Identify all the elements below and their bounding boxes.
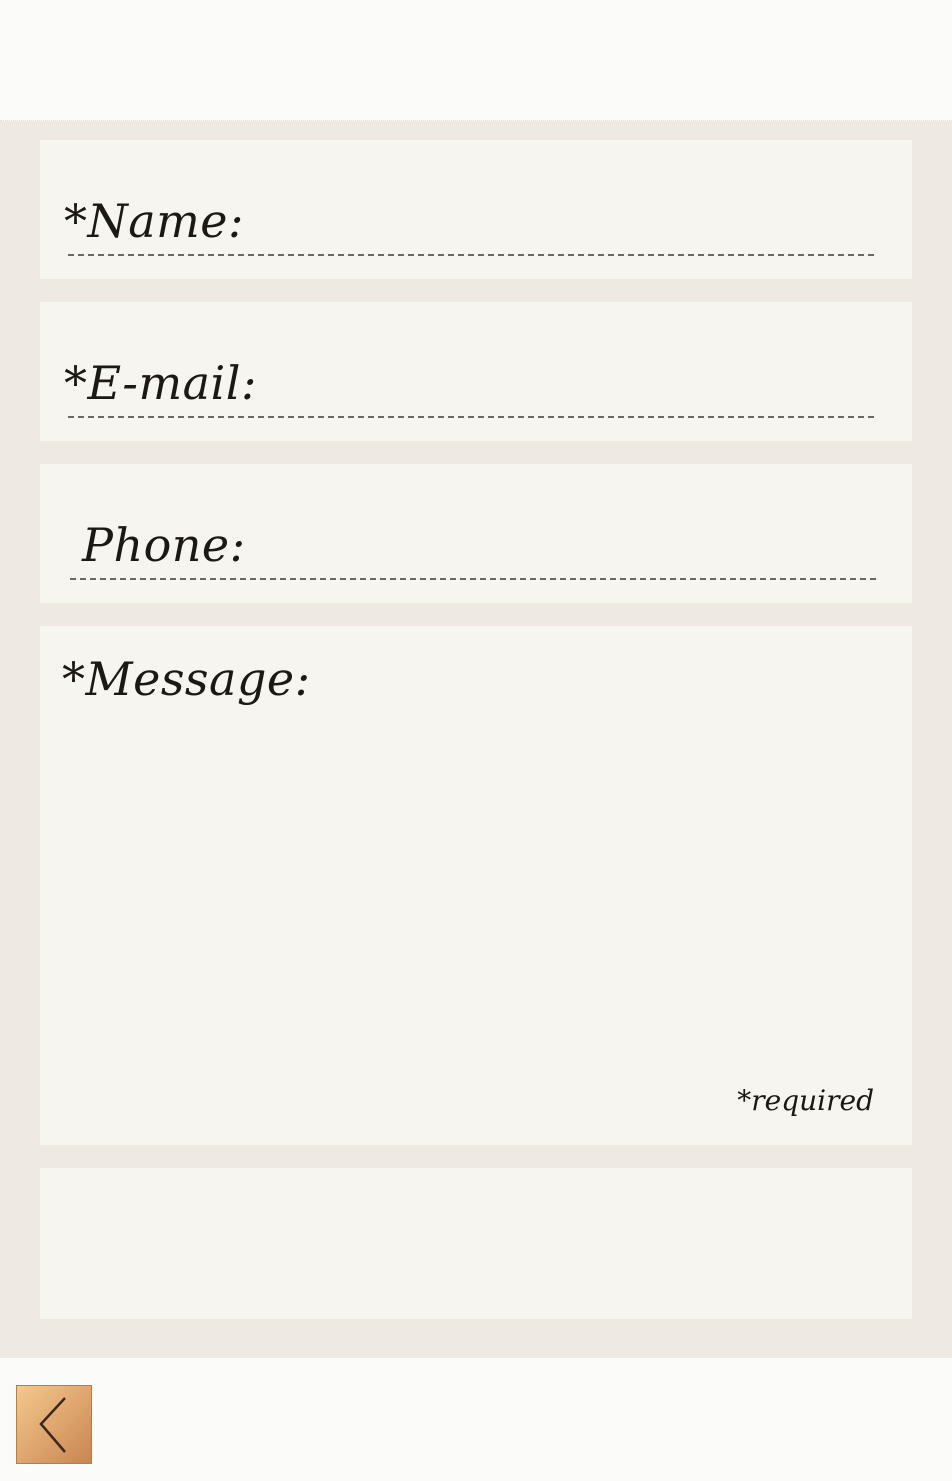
email-label: *E-mail:	[64, 356, 257, 410]
name-underline	[68, 254, 874, 256]
required-note: *required	[737, 1084, 874, 1117]
submit-area	[40, 1168, 912, 1319]
top-bar	[0, 0, 952, 121]
message-label: *Message:	[62, 652, 311, 706]
phone-field[interactable]: Phone:	[40, 464, 912, 603]
name-label: *Name:	[64, 194, 245, 248]
email-underline	[68, 416, 874, 418]
phone-label: Phone:	[82, 518, 246, 572]
contact-form: *Name: *E-mail: Phone: *Message: *requir…	[0, 121, 952, 1358]
back-button[interactable]	[16, 1385, 92, 1464]
chevron-left-icon	[39, 1397, 66, 1453]
bottom-bar	[0, 1358, 952, 1481]
phone-underline	[70, 578, 876, 580]
email-field[interactable]: *E-mail:	[40, 302, 912, 441]
message-field[interactable]: *Message: *required	[40, 626, 912, 1145]
name-field[interactable]: *Name:	[40, 140, 912, 279]
